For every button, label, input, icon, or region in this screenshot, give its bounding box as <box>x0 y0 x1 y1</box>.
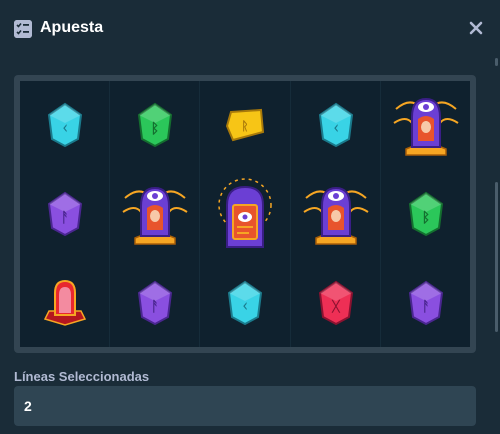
svg-text:ᚷ: ᚷ <box>330 299 340 315</box>
reel-5: ᛒ ᚨ <box>381 81 470 347</box>
svg-text:ᛒ: ᛒ <box>422 210 430 226</box>
violet-rune-gem-icon: ᚨ <box>381 259 471 347</box>
oracle-eye-priestess-icon <box>291 170 381 258</box>
modal-title: Apuesta <box>40 19 104 36</box>
cyan-rune-gem-icon: ᚲ <box>291 81 381 169</box>
selected-lines-label: Líneas Seleccionadas <box>14 369 150 384</box>
cyan-rune-gem-icon: ᚲ <box>20 81 110 169</box>
red-rune-gem-icon: ᚷ <box>291 259 381 347</box>
svg-text:ᚨ: ᚨ <box>151 299 159 315</box>
svg-text:ᛒ: ᛒ <box>151 121 159 137</box>
oracle-eye-priestess-icon <box>110 170 200 258</box>
green-rune-gem-icon: ᛒ <box>381 170 471 258</box>
oracle-eye-priestess-icon <box>381 81 471 169</box>
violet-rune-gem-icon: ᚨ <box>20 170 110 258</box>
modal-header: Apuesta <box>0 0 500 58</box>
svg-text:ᚨ: ᚨ <box>61 210 69 226</box>
green-rune-gem-icon: ᛒ <box>110 81 200 169</box>
scrollbar-thumb[interactable] <box>495 182 498 332</box>
reel-2: ᛒ ᚨ <box>110 81 201 347</box>
reels-grid: ᚲ ᚨ ᛒ ᚨ ᚱ ᚲ ᚲ ᚷ ᛒ ᚨ <box>20 81 470 347</box>
reel-1: ᚲ ᚨ <box>20 81 111 347</box>
arcane-portal-door-icon <box>200 170 290 258</box>
svg-text:ᚲ: ᚲ <box>331 121 339 137</box>
svg-text:ᚨ: ᚨ <box>422 299 430 315</box>
red-mage-card-icon <box>20 259 110 347</box>
svg-text:ᚲ: ᚲ <box>61 121 69 137</box>
violet-rune-gem-icon: ᚨ <box>110 259 200 347</box>
reels-frame: ᚲ ᚨ ᛒ ᚨ ᚱ ᚲ ᚲ ᚷ ᛒ ᚨ <box>14 75 476 353</box>
yellow-rune-gem-icon: ᚱ <box>200 81 290 169</box>
svg-text:ᚱ: ᚱ <box>242 119 249 133</box>
reel-3: ᚱ ᚲ <box>200 81 291 347</box>
bet-slip-icon <box>14 20 32 38</box>
svg-text:ᚲ: ᚲ <box>241 299 249 315</box>
cyan-rune-gem-icon: ᚲ <box>200 259 290 347</box>
selected-lines-field[interactable]: 2 <box>14 386 476 426</box>
close-icon[interactable] <box>466 18 486 38</box>
scrollbar-top-thumb[interactable] <box>495 58 498 66</box>
reel-4: ᚲ ᚷ <box>291 81 381 347</box>
